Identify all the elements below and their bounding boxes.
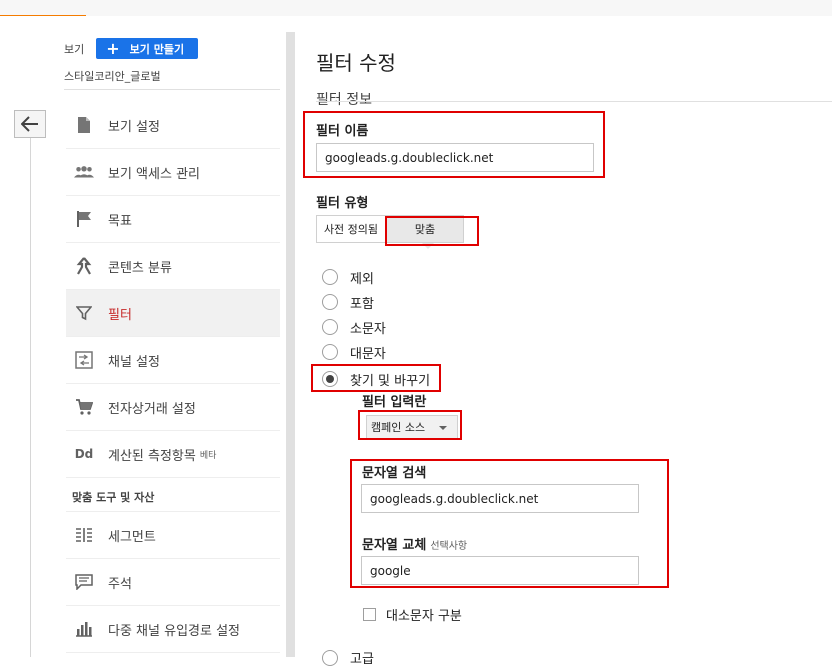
annotation-box-custom-type	[385, 216, 479, 246]
create-view-button-label: 보기 만들기	[129, 42, 185, 56]
filter-type-predefined-button[interactable]: 사전 정의됨	[316, 215, 386, 243]
page-title: 필터 수정	[316, 51, 396, 75]
sidebar-item-view-settings[interactable]: 보기 설정	[66, 102, 280, 149]
radio-label: 제외	[350, 271, 374, 287]
sidebar-item-label: 주석	[108, 576, 132, 592]
sidebar-item-content-grouping[interactable]: 콘텐츠 분류	[66, 243, 280, 290]
grouping-icon	[74, 256, 94, 276]
sidebar-item-ecommerce-settings[interactable]: 전자상거래 설정	[66, 384, 280, 431]
sidebar-item-annotations[interactable]: 주석	[66, 559, 280, 606]
sidebar-item-label: 보기 설정	[108, 119, 160, 135]
sidebar-item-label: 목표	[108, 213, 132, 229]
bar-chart-icon	[74, 619, 94, 639]
radio-advanced[interactable]: 고급	[322, 648, 374, 667]
sidebar-item-label: 전자상거래 설정	[108, 401, 196, 417]
radio-button[interactable]	[322, 269, 338, 285]
case-sensitive-checkbox[interactable]	[363, 608, 376, 621]
section-divider	[316, 101, 832, 102]
sidebar: 보기 + 보기 만들기 스타일코리안_글로벌 보기 설정 보기 액세스 관리 목…	[0, 16, 286, 657]
radio-button[interactable]	[322, 344, 338, 360]
radio-uppercase[interactable]: 대문자	[322, 342, 386, 362]
sidebar-item-multichannel-settings[interactable]: 다중 채널 유입경로 설정	[66, 606, 280, 653]
cart-icon	[74, 397, 94, 417]
sidebar-nav: 보기 설정 보기 액세스 관리 목표 콘텐츠 분류 필터 채널 설정 전자상거래…	[66, 102, 280, 653]
back-button[interactable]	[14, 110, 46, 138]
radio-button[interactable]	[322, 294, 338, 310]
radio-include[interactable]: 포함	[322, 292, 374, 312]
sidebar-item-label: 다중 채널 유입경로 설정	[108, 623, 240, 639]
sidebar-item-label: 필터	[108, 307, 132, 323]
sidebar-item-calculated-metrics[interactable]: Dd 계산된 측정항목 베타	[66, 431, 280, 478]
create-view-button[interactable]: + 보기 만들기	[96, 38, 199, 59]
radio-label: 소문자	[350, 321, 386, 337]
segment-icon	[74, 525, 94, 545]
view-name-divider	[64, 89, 280, 90]
section-title-custom-tools: 맞춤 도구 및 자산	[66, 478, 280, 512]
sidebar-item-label: 계산된 측정항목	[108, 448, 196, 464]
arrow-left-icon	[21, 116, 38, 132]
document-icon	[74, 115, 94, 135]
case-sensitive-row[interactable]: 대소문자 구분	[363, 605, 462, 624]
people-icon	[74, 162, 94, 182]
annotation-box-filter-field	[358, 410, 462, 440]
sidebar-item-label: 채널 설정	[108, 354, 160, 370]
radio-lowercase[interactable]: 소문자	[322, 317, 386, 337]
section-label-filter-info: 필터 정보	[316, 92, 372, 108]
back-line	[30, 120, 31, 657]
dd-icon: Dd	[74, 447, 94, 461]
sidebar-scroll-divider	[286, 32, 295, 657]
annotation-icon	[74, 572, 94, 592]
radio-label: 포함	[350, 296, 374, 312]
radio-label: 고급	[350, 652, 374, 667]
plus-icon: +	[106, 38, 120, 58]
sidebar-item-goals[interactable]: 목표	[66, 196, 280, 243]
annotation-box-filter-name	[303, 111, 605, 178]
sidebar-item-label: 보기 액세스 관리	[108, 166, 200, 182]
channel-settings-icon	[74, 350, 94, 370]
sidebar-item-access-management[interactable]: 보기 액세스 관리	[66, 149, 280, 196]
filter-field-label: 필터 입력란	[362, 395, 427, 410]
annotation-box-search-replace-strings	[350, 459, 669, 588]
radio-exclude[interactable]: 제외	[322, 267, 374, 287]
radio-button[interactable]	[322, 649, 338, 666]
radio-button[interactable]	[322, 319, 338, 335]
sidebar-item-segments[interactable]: 세그먼트	[66, 512, 280, 559]
sidebar-item-label: 콘텐츠 분류	[108, 260, 172, 276]
case-sensitive-label: 대소문자 구분	[386, 609, 462, 624]
annotation-box-search-replace	[311, 364, 441, 392]
sidebar-item-filters[interactable]: 필터	[66, 290, 280, 337]
view-label: 보기	[64, 42, 85, 56]
beta-badge: 베타	[199, 450, 217, 461]
view-name: 스타일코리안_글로벌	[64, 70, 161, 83]
view-row: 보기 + 보기 만들기	[64, 38, 199, 59]
sidebar-item-channel-settings[interactable]: 채널 설정	[66, 337, 280, 384]
filter-type-label: 필터 유형	[316, 196, 369, 211]
radio-label: 대문자	[350, 346, 386, 362]
flag-icon	[74, 209, 94, 229]
filter-icon	[74, 303, 94, 323]
sidebar-item-label: 세그먼트	[108, 529, 156, 545]
